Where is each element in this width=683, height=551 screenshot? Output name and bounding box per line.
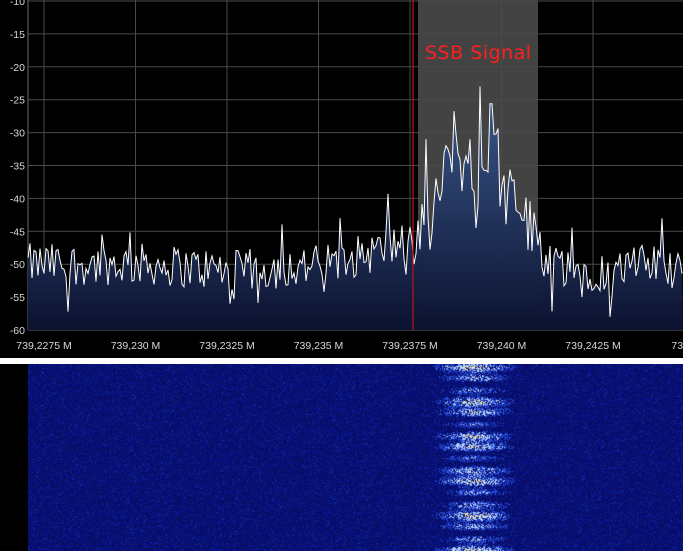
y-tick-label: -10 [10, 0, 25, 8]
ssb-signal-annotation: SSB Signal [425, 42, 532, 64]
waterfall-panel[interactable] [0, 364, 683, 551]
x-axis-tick-labels: 739,2275 M 739,230 M 739,2325 M 739,235 M 73… [16, 340, 683, 352]
x-tick-label: 739,235 M [294, 340, 344, 352]
spectrum-plot[interactable]: -10 -15 -20 -25 -30 -35 -40 -45 -50 -55 -60 739,22… [0, 0, 683, 358]
y-tick-label: -20 [10, 62, 25, 74]
spectrum-panel[interactable]: -10 -15 -20 -25 -30 -35 -40 -45 -50 -55 -60 739,22… [0, 0, 683, 358]
x-tick-label: 739,2375 M [382, 340, 437, 352]
y-tick-label: -55 [10, 292, 25, 304]
x-tick-label: 739,230 M [111, 340, 161, 352]
x-tick-label: 739,2325 M [199, 340, 254, 352]
x-tick-label: 739,240 M [477, 340, 527, 352]
y-tick-label: -30 [10, 128, 25, 140]
x-tick-label: 739,2 [671, 340, 683, 352]
x-tick-label: 739,2275 M [16, 340, 71, 352]
spectrum-fill [28, 86, 683, 330]
y-tick-label: -45 [10, 226, 25, 238]
y-tick-label: -15 [10, 29, 25, 41]
y-tick-label: -60 [10, 325, 25, 337]
x-tick-label: 739,2425 M [565, 340, 620, 352]
y-tick-label: -50 [10, 259, 25, 271]
y-tick-label: -40 [10, 193, 25, 205]
waterfall-display[interactable] [28, 364, 683, 551]
y-tick-label: -35 [10, 161, 25, 173]
y-tick-label: -25 [10, 95, 25, 107]
y-axis-tick-labels: -10 -15 -20 -25 -30 -35 -40 -45 -50 -55 -60 [10, 0, 25, 337]
